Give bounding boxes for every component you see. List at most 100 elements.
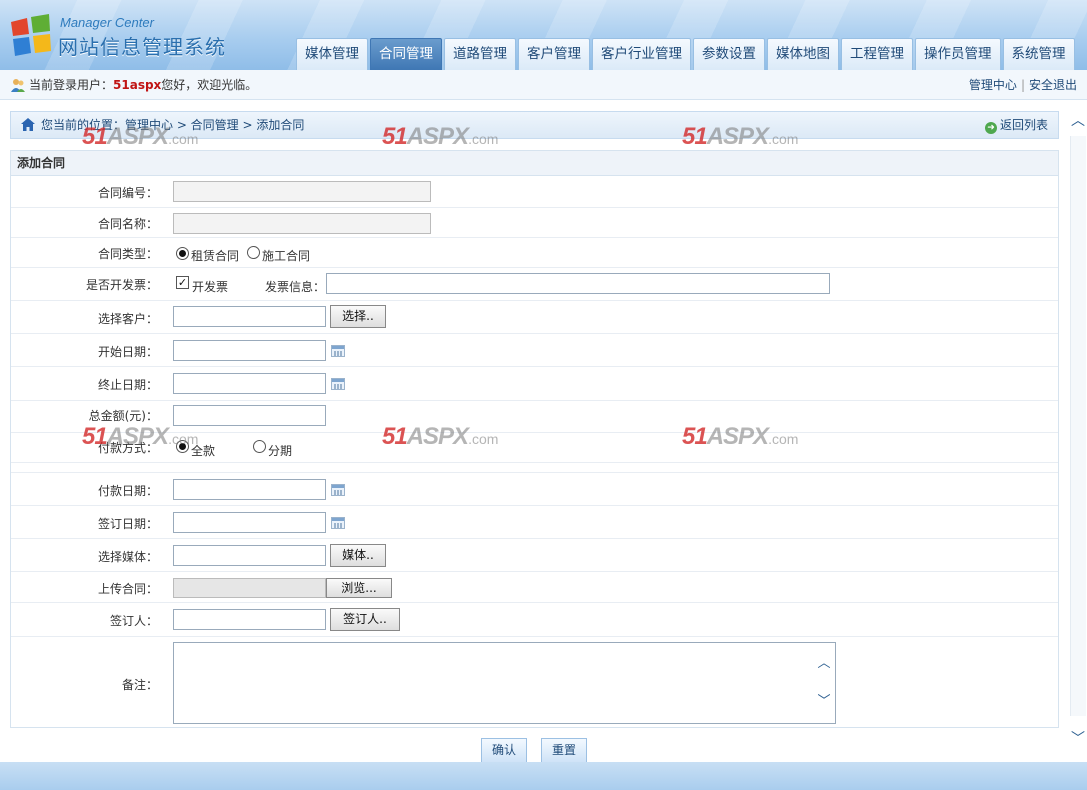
pay-date-row: 付款日期： xyxy=(11,473,1058,506)
nav-tab-media[interactable]: 媒体管理 xyxy=(296,38,368,70)
choose-customer-button[interactable]: 选择.. xyxy=(330,305,386,328)
payment-installment-label: 分期 xyxy=(268,444,293,458)
payment-method-label: 付款方式： xyxy=(97,441,158,455)
invoice-checkbox-label: 开发票 xyxy=(192,280,229,294)
media-label: 选择媒体： xyxy=(97,550,158,564)
contract-type-label: 合同类型： xyxy=(97,247,158,261)
remark-textarea[interactable]: ︿ ﹀ xyxy=(173,642,836,724)
link-separator: | xyxy=(1020,78,1025,92)
invoice-row: 是否开发票： ✓ 开发票 发票信息： xyxy=(11,268,1058,301)
back-to-list-link[interactable]: ➜ 返回列表 xyxy=(984,112,1048,138)
breadcrumb: 您当前的位置：管理中心 > 合同管理 > 添加合同 ➜ 返回列表 xyxy=(10,111,1059,139)
start-date-input[interactable] xyxy=(173,340,326,361)
start-date-calendar-icon[interactable] xyxy=(331,345,345,357)
username: 51aspx xyxy=(113,78,162,92)
scroll-up-arrow-icon[interactable]: ︿ xyxy=(1071,114,1085,128)
nav-tab-contract[interactable]: 合同管理 xyxy=(370,38,442,70)
sign-date-calendar-icon[interactable] xyxy=(331,517,345,529)
user-icon xyxy=(11,79,25,92)
upload-file-input[interactable] xyxy=(173,578,326,598)
panel-title: 添加合同 xyxy=(11,151,1058,176)
invoice-checkbox[interactable]: ✓ xyxy=(176,276,189,289)
contract-type-construction-radio[interactable] xyxy=(247,246,260,259)
contract-type-row: 合同类型： 租赁合同 施工合同 xyxy=(11,238,1058,268)
invoice-info-input[interactable] xyxy=(326,273,830,294)
nav-tab-customer-industry[interactable]: 客户行业管理 xyxy=(592,38,691,70)
pay-date-input[interactable] xyxy=(173,479,326,500)
welcome-text: 您好，欢迎光临。 xyxy=(161,78,258,92)
logout-link[interactable]: 安全退出 xyxy=(1029,78,1077,92)
contract-name-row: 合同名称： xyxy=(11,208,1058,238)
media-input[interactable] xyxy=(173,545,326,566)
start-date-label: 开始日期： xyxy=(97,345,158,359)
total-amount-row: 总金额(元)： xyxy=(11,401,1058,433)
nav-tab-road[interactable]: 道路管理 xyxy=(444,38,516,70)
customer-row: 选择客户： 选择.. xyxy=(11,301,1058,334)
contract-type-rental-radio[interactable] xyxy=(176,247,189,260)
pay-date-calendar-icon[interactable] xyxy=(331,484,345,496)
manager-center-link[interactable]: 管理中心 xyxy=(969,78,1017,92)
nav-tab-system[interactable]: 系统管理 xyxy=(1002,38,1075,70)
sign-date-label: 签订日期： xyxy=(97,517,158,531)
windows-logo-icon xyxy=(11,14,51,56)
contract-no-label: 合同编号： xyxy=(97,186,158,200)
signer-row: 签订人： 签订人.. xyxy=(11,603,1058,637)
nav-tab-project[interactable]: 工程管理 xyxy=(841,38,913,70)
pay-date-label: 付款日期： xyxy=(97,484,158,498)
customer-input[interactable] xyxy=(173,306,326,327)
start-date-row: 开始日期： xyxy=(11,334,1058,367)
payment-full-label: 全款 xyxy=(191,444,216,458)
invoice-info-label: 发票信息： xyxy=(265,280,326,294)
textarea-scroll-up-icon[interactable]: ︿ xyxy=(817,657,831,671)
choose-signer-button[interactable]: 签订人.. xyxy=(330,608,400,631)
textarea-scroll-down-icon[interactable]: ﹀ xyxy=(817,695,831,709)
header: Manager Center 网站信息管理系统 媒体管理 合同管理 道路管理 客… xyxy=(0,0,1087,70)
contract-type-construction-label: 施工合同 xyxy=(262,249,311,263)
sign-date-input[interactable] xyxy=(173,512,326,533)
contract-type-rental-label: 租赁合同 xyxy=(191,249,240,263)
nav-tab-parameters[interactable]: 参数设置 xyxy=(693,38,765,70)
signer-label: 签订人： xyxy=(109,614,158,628)
breadcrumb-path[interactable]: 您当前的位置：管理中心 > 合同管理 > 添加合同 xyxy=(41,112,304,138)
scroll-track[interactable] xyxy=(1070,136,1086,716)
back-to-list-label: 返回列表 xyxy=(999,118,1048,132)
remark-label: 备注： xyxy=(121,678,158,692)
choose-media-button[interactable]: 媒体.. xyxy=(330,544,386,567)
signer-input[interactable] xyxy=(173,609,326,630)
upload-label: 上传合同： xyxy=(97,582,158,596)
contract-name-input[interactable] xyxy=(173,213,431,234)
total-amount-input[interactable] xyxy=(173,405,326,426)
footer xyxy=(0,762,1087,790)
media-row: 选择媒体： 媒体.. xyxy=(11,539,1058,572)
contract-no-row: 合同编号： xyxy=(11,176,1058,208)
payment-full-radio[interactable] xyxy=(176,440,189,453)
nav-tab-media-map[interactable]: 媒体地图 xyxy=(767,38,839,70)
nav-tab-operator[interactable]: 操作员管理 xyxy=(915,38,1001,70)
browse-button[interactable]: 浏览... xyxy=(326,578,392,598)
nav-tab-customer[interactable]: 客户管理 xyxy=(518,38,590,70)
main-nav: 媒体管理 合同管理 道路管理 客户管理 客户行业管理 参数设置 媒体地图 工程管… xyxy=(296,38,1075,70)
logo-title: 网站信息管理系统 xyxy=(58,35,226,59)
logo-subtitle: Manager Center xyxy=(60,15,154,30)
end-date-row: 终止日期： xyxy=(11,367,1058,401)
back-arrow-icon: ➜ xyxy=(984,122,997,134)
page-scrollbar[interactable]: ︿ ﹀ xyxy=(1069,100,1087,760)
login-prefix: 当前登录用户： xyxy=(29,78,114,92)
spacer-row xyxy=(11,463,1058,473)
confirm-button[interactable]: 确认 xyxy=(481,738,528,763)
reset-button[interactable]: 重置 xyxy=(541,738,588,763)
remark-row: 备注： ︿ ﹀ xyxy=(11,637,1058,727)
sign-date-row: 签订日期： xyxy=(11,506,1058,539)
total-amount-label: 总金额(元)： xyxy=(88,409,158,423)
contract-name-label: 合同名称： xyxy=(97,217,158,231)
user-bar: 当前登录用户：51aspx您好，欢迎光临。 管理中心 | 安全退出 xyxy=(0,70,1087,100)
end-date-calendar-icon[interactable] xyxy=(331,378,345,390)
scroll-down-arrow-icon[interactable]: ﹀ xyxy=(1071,732,1085,746)
payment-installment-radio[interactable] xyxy=(253,440,266,453)
payment-method-row: 付款方式： 全款 分期 xyxy=(11,433,1058,463)
contract-no-input[interactable] xyxy=(173,181,431,202)
upload-row: 上传合同： 浏览... xyxy=(11,572,1058,603)
customer-label: 选择客户： xyxy=(97,312,158,326)
user-links: 管理中心 | 安全退出 xyxy=(969,70,1077,100)
end-date-input[interactable] xyxy=(173,373,326,394)
